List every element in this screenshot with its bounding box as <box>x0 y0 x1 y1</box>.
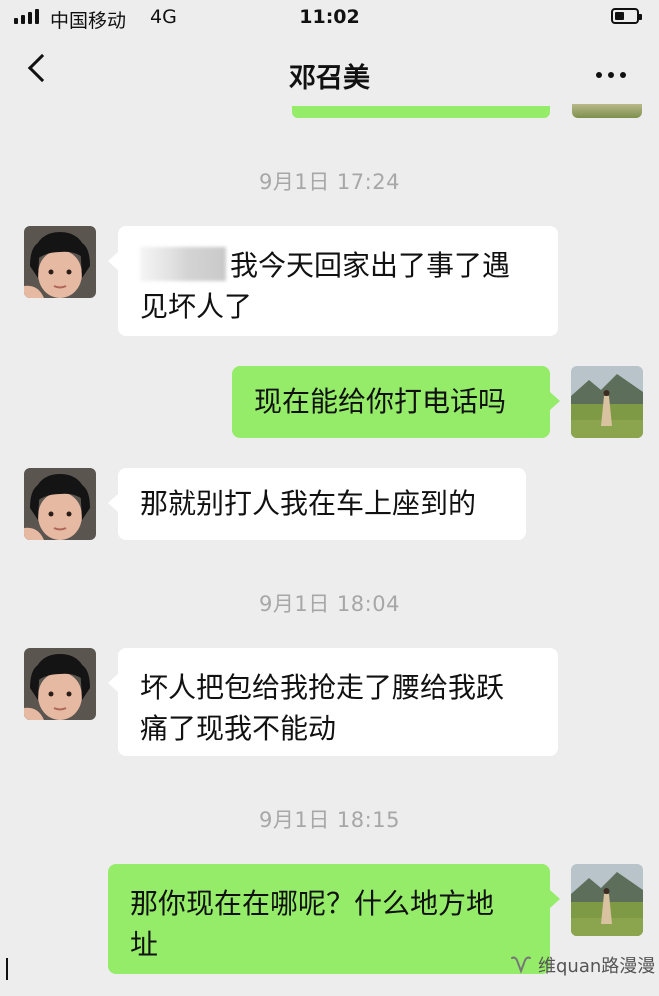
contact-avatar[interactable] <box>24 226 96 298</box>
chat-title: 邓召美 <box>289 63 370 94</box>
message-text-line2: 址 <box>130 928 159 961</box>
my-avatar[interactable] <box>571 864 643 936</box>
text-cursor <box>6 958 8 980</box>
contact-avatar[interactable] <box>24 468 96 540</box>
previous-avatar[interactable] <box>572 104 642 118</box>
message-timestamp: 9月1日 18:04 <box>259 592 400 616</box>
message-text: 我今天回家出了事了遇 <box>140 245 538 286</box>
message-text: 那你现在在哪呢？什么地方地 <box>130 887 495 920</box>
message-text: 坏人把包给我抢走了腰给我跃 <box>140 671 505 704</box>
previous-message-bubble[interactable] <box>292 106 550 118</box>
message-text: 现在能给你打电话吗 <box>254 385 507 418</box>
watermark: 维quan路漫漫 <box>510 952 655 978</box>
status-time: 11:02 <box>299 6 360 28</box>
outgoing-message[interactable]: 那你现在在哪呢？什么地方地 址 <box>108 864 560 974</box>
message-text-line2: 见坏人了 <box>140 290 253 323</box>
incoming-message[interactable]: 坏人把包给我抢走了腰给我跃 痛了现我不能动 <box>108 648 558 756</box>
wechat-channel-icon <box>511 956 531 974</box>
message-text-line2: 痛了现我不能动 <box>140 712 337 745</box>
my-avatar[interactable] <box>571 366 643 438</box>
message-timestamp: 9月1日 18:15 <box>259 808 400 832</box>
incoming-message[interactable]: 那就别打人我在车上座到的 <box>108 468 526 540</box>
watermark-text: 维quan路漫漫 <box>538 956 656 977</box>
message-timestamp: 9月1日 17:24 <box>259 170 400 194</box>
redacted-text <box>140 247 226 281</box>
status-bar: 中国移动 4G 11:02 <box>0 0 659 36</box>
message-text: 那就别打人我在车上座到的 <box>140 487 477 520</box>
chat-header: 邓召美 <box>0 36 659 112</box>
more-dots-icon[interactable] <box>596 72 626 78</box>
outgoing-message[interactable]: 现在能给你打电话吗 <box>232 366 560 438</box>
battery-icon <box>611 8 642 24</box>
incoming-message[interactable]: 我今天回家出了事了遇 见坏人了 <box>108 226 558 336</box>
contact-avatar[interactable] <box>24 648 96 720</box>
